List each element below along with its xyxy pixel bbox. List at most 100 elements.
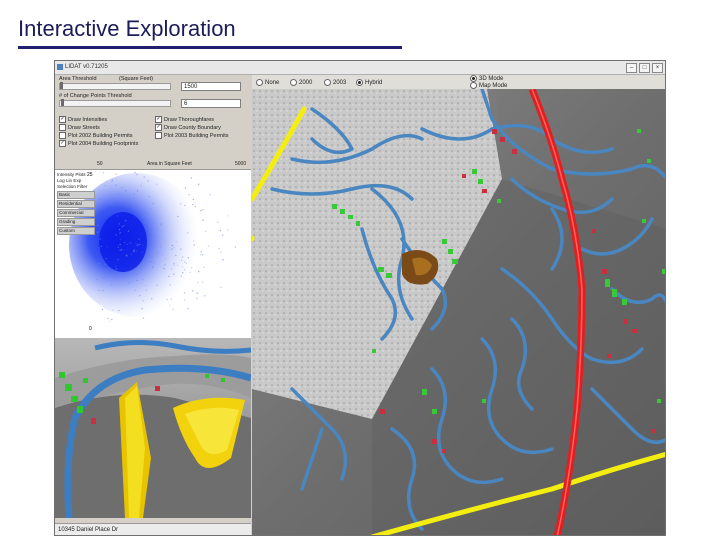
draw-thoroughfares-checkbox[interactable]: Draw Thoroughfares [155,116,214,123]
intensity-point [146,261,148,263]
x-axis-min-label: 50 [97,161,103,167]
status-bar: 10345 Daniel Place Dr [55,523,251,535]
intensity-point [145,285,147,287]
intensity-point [119,243,121,246]
intensity-point [115,269,117,271]
intensity-density-plot[interactable]: Intensity Plots Log Lin Exp Selection Fi… [55,169,251,338]
intensity-point [150,246,152,248]
intensity-point [115,184,117,186]
intensity-point [180,275,182,277]
intensity-point [201,281,204,283]
intensity-point [111,181,113,183]
intensity-point [136,190,139,192]
intensity-point [226,229,229,231]
filter-basic[interactable]: Basic [57,191,95,199]
x-axis-title: Area in Square Feet [147,161,192,167]
area-threshold-label: Area Threshold [59,76,97,82]
intensity-point [200,209,202,212]
intensity-point [180,203,182,205]
year-2000-radio[interactable]: 2000 [290,79,312,86]
intensity-point [169,304,171,306]
intensity-point [121,249,123,251]
intensity-point [152,256,154,259]
checkbox-box[interactable] [59,124,66,131]
radio-dot[interactable] [470,75,477,82]
filter-commercial[interactable]: Commercial [57,209,95,217]
radio-dot[interactable] [324,79,331,86]
scale-log-button[interactable]: Log [57,178,65,183]
change-points-slider[interactable] [59,100,171,107]
intensity-point [166,298,168,301]
filter-grading[interactable]: Grading [57,218,95,226]
area-threshold-slider-thumb[interactable] [60,82,63,89]
intensity-point [135,250,137,252]
draw-county-boundary-checkbox[interactable]: Draw County Boundary [155,124,221,131]
map-view[interactable] [252,89,665,535]
intensity-point [192,290,194,292]
intensity-point [138,238,140,240]
change-points-slider-thumb[interactable] [61,99,64,106]
terrain-3d-canvas [55,338,251,518]
checkbox-box[interactable] [59,132,66,139]
radio-label: 2003 [333,80,347,87]
filter-custom[interactable]: Custom [57,227,95,235]
intensity-point [152,260,154,263]
year-none-radio[interactable]: None [256,79,279,86]
intensity-point [104,263,106,265]
intensity-point [192,203,194,206]
intensity-point [203,295,206,297]
plot-2003-permits-checkbox[interactable]: Plot 2003 Building Permits [155,132,229,139]
close-button[interactable]: × [652,63,663,73]
radio-dot[interactable] [256,79,263,86]
intensity-point [173,246,175,249]
intensity-point [182,256,184,258]
intensity-point [125,189,127,192]
radio-dot[interactable] [356,79,363,86]
area-threshold-slider[interactable] [59,83,171,90]
checkbox-box[interactable] [155,124,162,131]
intensity-point [227,215,229,217]
change-points-input[interactable]: 6 [181,99,241,108]
checkbox-box[interactable] [59,116,66,123]
checkbox-box[interactable] [59,140,66,147]
scale-exp-button[interactable]: Exp [73,178,81,183]
intensity-point [96,231,99,233]
intensity-point [156,255,158,257]
draw-streets-checkbox[interactable]: Draw Streets [59,124,100,131]
intensity-point [185,262,188,264]
intensity-point [153,262,155,265]
intensity-point [173,264,175,266]
intensity-point [108,321,111,323]
draw-intensities-checkbox[interactable]: Draw Intensities [59,116,107,123]
y-axis-max-label: 25 [87,172,93,178]
filter-residential[interactable]: Residential [57,200,95,208]
radio-dot[interactable] [470,82,477,89]
intensity-point [139,295,141,297]
checkbox-box[interactable] [155,132,162,139]
plot-2002-permits-checkbox[interactable]: Plot 2002 Building Permits [59,132,133,139]
intensity-point [150,208,152,210]
maximize-button[interactable]: □ [639,63,650,73]
intensity-point [207,245,210,247]
intensity-point [110,202,113,204]
intensity-point [106,246,109,248]
intensity-point [152,202,154,205]
intensity-point [128,282,130,284]
intensity-point [187,232,189,234]
intensity-point [127,230,130,232]
intensity-point [103,277,105,279]
plot-2004-footprints-checkbox[interactable]: Plot 2004 Building Footprints [59,140,138,147]
minimize-button[interactable]: – [626,63,637,73]
intensity-point [134,171,136,174]
intensity-point [138,244,141,246]
intensity-point [173,262,175,265]
area-threshold-input[interactable]: 1500 [181,82,241,91]
year-2003-radio[interactable]: 2003 [324,79,346,86]
checkbox-box[interactable] [155,116,162,123]
radio-dot[interactable] [290,79,297,86]
scale-lin-button[interactable]: Lin [66,178,72,183]
intensity-point [184,187,187,189]
terrain-3d-view[interactable] [55,338,251,518]
year-hybrid-radio[interactable]: Hybrid [356,79,382,86]
intensity-point [175,254,177,257]
